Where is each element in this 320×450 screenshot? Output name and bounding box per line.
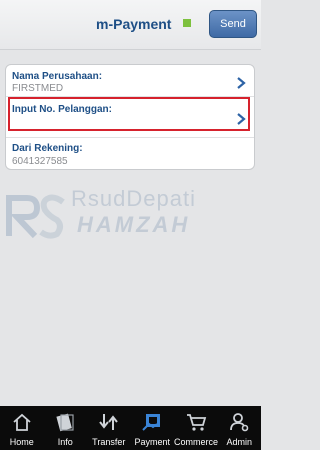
nav-label: Commerce — [174, 437, 219, 447]
company-row[interactable]: Nama Perusahaan: FIRSTMED — [6, 65, 254, 97]
nav-label: Admin — [226, 437, 252, 447]
rs-logo-icon — [6, 194, 65, 239]
account-label: Dari Rekening: — [12, 143, 83, 154]
payment-form: Nama Perusahaan: FIRSTMED Input No. Pela… — [5, 64, 255, 170]
bottom-nav: Home Info Transfer Payment Commerce Admi… — [0, 406, 261, 450]
watermark-text: RsudDepati — [71, 186, 196, 211]
highlight-box — [8, 97, 250, 131]
send-button[interactable]: Send — [209, 10, 257, 38]
page-title: m-Payment — [96, 16, 172, 32]
account-value: 6041327585 — [12, 156, 68, 167]
company-value: FIRSTMED — [12, 83, 64, 94]
transfer-icon — [98, 414, 118, 430]
nav-label: Transfer — [92, 437, 126, 447]
header-bar: m-Payment Send — [0, 0, 261, 50]
status-indicator — [183, 19, 191, 27]
nav-label: Home — [9, 437, 34, 447]
nav-home[interactable]: Home — [0, 406, 44, 450]
nav-admin[interactable]: Admin — [218, 406, 262, 450]
nav-commerce[interactable]: Commerce — [174, 406, 218, 450]
nav-payment[interactable]: Payment — [131, 406, 175, 450]
info-icon — [56, 413, 74, 432]
admin-icon — [230, 413, 249, 432]
nav-label: Payment — [134, 437, 171, 447]
company-label: Nama Perusahaan: — [12, 71, 103, 82]
home-icon — [13, 413, 31, 431]
payment-icon — [142, 414, 161, 431]
chevron-right-icon — [237, 77, 246, 89]
account-row: Dari Rekening: 6041327585 — [6, 137, 254, 171]
nav-transfer[interactable]: Transfer — [87, 406, 131, 450]
watermark-logo: RsudDepati HAMZAH — [5, 186, 261, 252]
nav-info[interactable]: Info — [44, 406, 88, 450]
cart-icon — [186, 414, 206, 431]
nav-label: Info — [57, 437, 73, 447]
watermark-text-bold: HAMZAH — [77, 212, 191, 237]
